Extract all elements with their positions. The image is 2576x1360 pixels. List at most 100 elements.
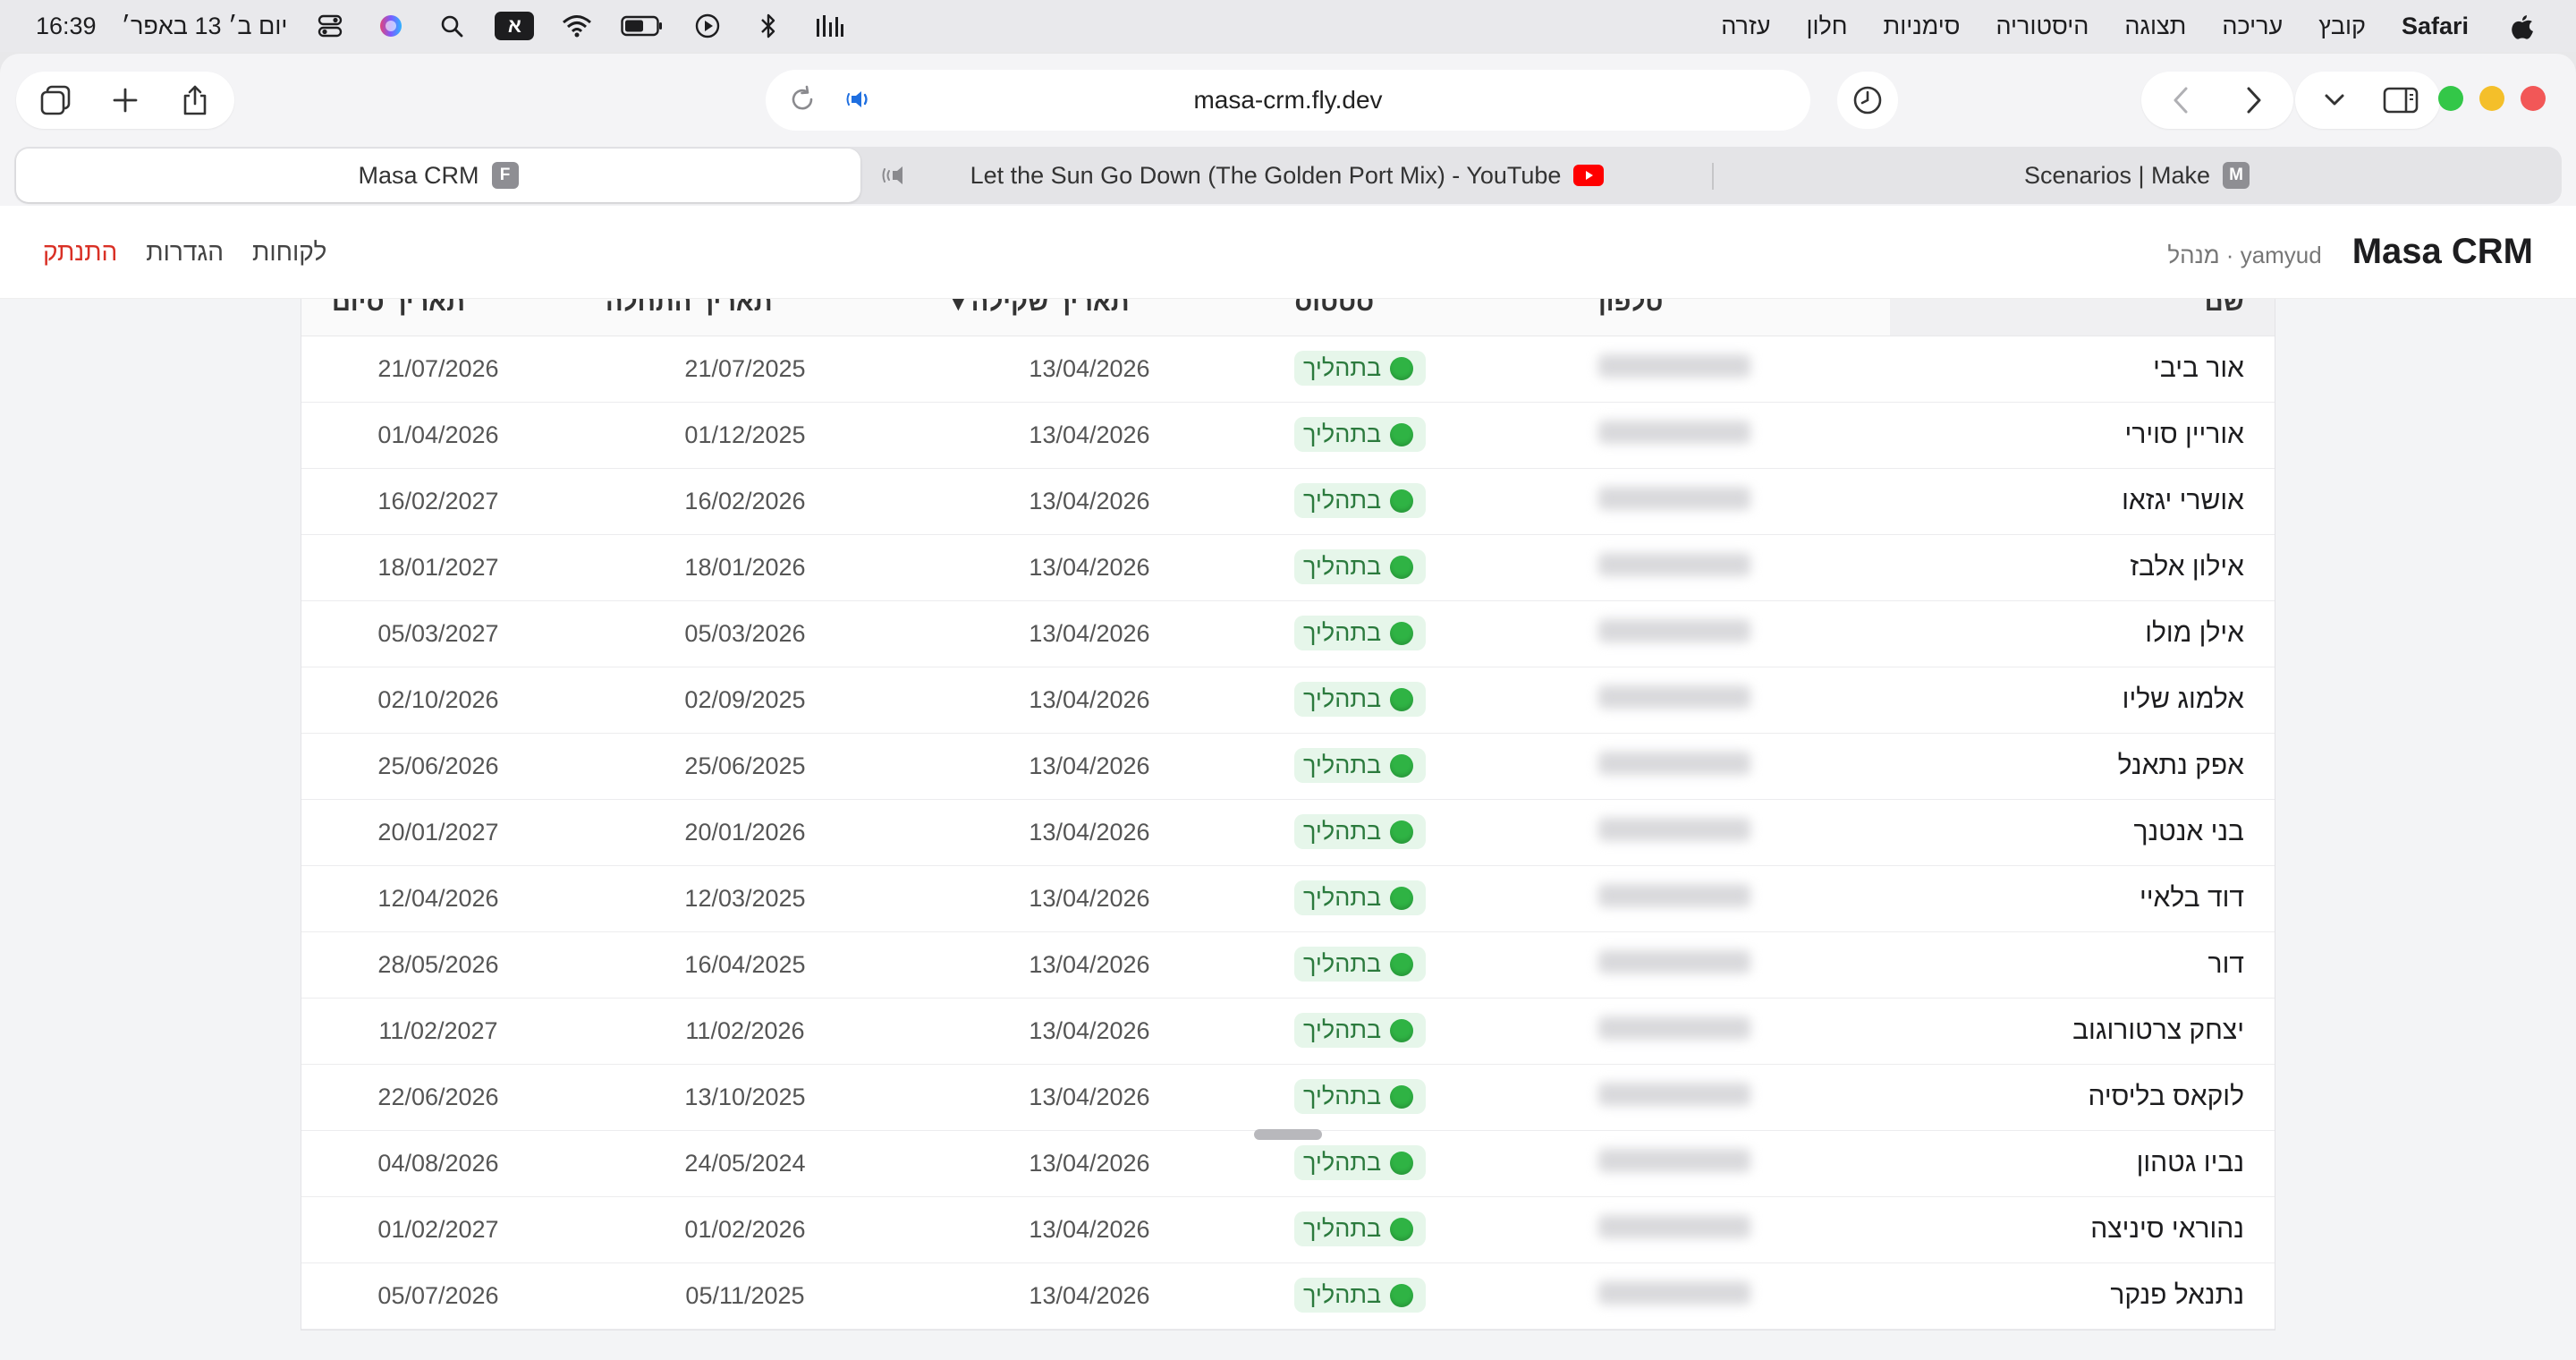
menu-file[interactable]: קובץ xyxy=(2318,13,2366,40)
tab-make-scenarios[interactable]: Scenarios | Make M xyxy=(1712,149,2562,202)
customer-name[interactable]: אור ביבי xyxy=(1890,336,2275,403)
table-row[interactable]: אלמוג שליו בתהליך 13/04/2026 02/09/2025 … xyxy=(301,667,2275,734)
tab-overview-icon[interactable] xyxy=(34,79,77,122)
table-row[interactable]: נתנאל פנקר בתהליך 13/04/2026 05/11/2025 … xyxy=(301,1262,2275,1330)
menu-bookmarks[interactable]: סימניות xyxy=(1884,13,1961,40)
history-button[interactable] xyxy=(1837,72,1898,129)
menu-help[interactable]: עזרה xyxy=(1721,13,1770,40)
menu-history[interactable]: היסטוריה xyxy=(1996,13,2089,40)
customer-status: בתהליך xyxy=(1264,1064,1568,1131)
status-dot-icon xyxy=(1390,555,1414,579)
customer-name[interactable]: אילון אלבז xyxy=(1890,534,2275,601)
spotlight-search-icon[interactable] xyxy=(434,11,470,41)
input-source-badge[interactable]: א xyxy=(495,12,535,40)
app-menu-safari[interactable]: Safari xyxy=(2402,13,2469,40)
table-row[interactable]: אילון אלבז בתהליך 13/04/2026 18/01/2026 … xyxy=(301,534,2275,601)
redacted-phone xyxy=(1598,817,1750,841)
customer-name[interactable]: אילן מולו xyxy=(1890,600,2275,667)
weigh-date: 13/04/2026 xyxy=(915,402,1264,469)
menu-view[interactable]: תצוגה xyxy=(2124,13,2186,40)
customer-name[interactable]: דור xyxy=(1890,931,2275,999)
tab-youtube[interactable]: Let the Sun Go Down (The Golden Port Mix… xyxy=(862,149,1712,202)
table-row[interactable]: דוד בלאיי בתהליך 13/04/2026 12/03/2025 1… xyxy=(301,865,2275,932)
battery-icon[interactable] xyxy=(620,11,665,41)
chevron-down-icon[interactable] xyxy=(2313,79,2356,122)
wifi-icon[interactable] xyxy=(559,11,595,41)
audio-levels-icon[interactable] xyxy=(811,11,847,41)
nav-settings[interactable]: הגדרות xyxy=(146,238,224,267)
customer-name[interactable]: אוריין סוירי xyxy=(1890,402,2275,469)
nav-customers[interactable]: לקוחות xyxy=(252,238,326,267)
control-center-icon[interactable] xyxy=(312,11,348,41)
date[interactable]: יום ב׳ 13 באפר׳ xyxy=(122,13,288,40)
clock[interactable]: 16:39 xyxy=(36,13,97,40)
browser-toolbar: masa-crm.fly.dev xyxy=(0,54,2576,147)
table-row[interactable]: יצחק צרטורוגוב בתהליך 13/04/2026 11/02/2… xyxy=(301,998,2275,1065)
customer-name[interactable]: יצחק צרטורוגוב xyxy=(1890,998,2275,1065)
customer-name[interactable]: נביו גטהון xyxy=(1890,1130,2275,1197)
now-playing-icon[interactable] xyxy=(690,11,725,41)
back-icon[interactable] xyxy=(2159,79,2202,122)
weigh-date: 13/04/2026 xyxy=(915,733,1264,800)
nav-logout[interactable]: התנתק xyxy=(43,238,117,267)
menu-bar-menus: Safari קובץ עריכה תצוגה היסטוריה סימניות… xyxy=(1721,11,2540,41)
customer-name[interactable]: אלמוג שליו xyxy=(1890,667,2275,734)
table-row[interactable]: אור ביבי בתהליך 13/04/2026 21/07/2025 21… xyxy=(301,336,2275,403)
table-row[interactable]: לוקאס בליסיה בתהליך 13/04/2026 13/10/202… xyxy=(301,1064,2275,1131)
tab-mute-icon[interactable] xyxy=(882,163,912,194)
table-row[interactable]: אפק נתאנל בתהליך 13/04/2026 25/06/2025 2… xyxy=(301,733,2275,800)
app-header: Masa CRM yamyud · מנהל לקוחות הגדרות התנ… xyxy=(0,206,2576,299)
redacted-phone xyxy=(1598,1016,1750,1040)
table-row[interactable]: אילן מולו בתהליך 13/04/2026 05/03/2026 0… xyxy=(301,600,2275,667)
sidebar-toggle-icon[interactable] xyxy=(2379,79,2422,122)
customer-name[interactable]: אפק נתאנל xyxy=(1890,733,2275,800)
table-row[interactable]: נהוראי סיניצה בתהליך 13/04/2026 01/02/20… xyxy=(301,1196,2275,1263)
customer-name[interactable]: דוד בלאיי xyxy=(1890,865,2275,932)
customer-name[interactable]: נהוראי סיניצה xyxy=(1890,1196,2275,1263)
customer-status: בתהליך xyxy=(1264,600,1568,667)
customer-name[interactable]: לוקאס בליסיה xyxy=(1890,1064,2275,1131)
column-header-status[interactable]: סטטוס xyxy=(1264,299,1568,336)
table-row[interactable]: נביו גטהון בתהליך 13/04/2026 24/05/2024 … xyxy=(301,1130,2275,1197)
customer-name[interactable]: אושרי יגזאו xyxy=(1890,468,2275,535)
column-header-name[interactable]: שם xyxy=(1890,299,2275,336)
status-dot-icon xyxy=(1390,886,1414,910)
start-date: 05/03/2026 xyxy=(575,600,915,667)
close-window-button[interactable] xyxy=(2521,86,2546,111)
menu-window[interactable]: חלון xyxy=(1806,13,1847,40)
status-dot-icon xyxy=(1390,356,1414,380)
brand-title[interactable]: Masa CRM xyxy=(2352,232,2533,272)
column-header-weigh-date[interactable]: תאריך שקילה▼ xyxy=(915,299,1264,336)
customer-name[interactable]: בני אנטנך xyxy=(1890,799,2275,866)
zoom-window-button[interactable] xyxy=(2438,86,2463,111)
menu-edit[interactable]: עריכה xyxy=(2222,13,2283,40)
redacted-phone xyxy=(1598,1214,1750,1238)
tab-favicon: M xyxy=(2223,162,2250,189)
start-date: 05/11/2025 xyxy=(575,1262,915,1330)
column-header-phone[interactable]: טלפון xyxy=(1568,299,1890,336)
minimize-window-button[interactable] xyxy=(2479,86,2504,111)
history-clock-icon xyxy=(1853,86,1882,115)
customer-name[interactable]: נתנאל פנקר xyxy=(1890,1262,2275,1330)
column-header-end-date[interactable]: תאריך סיום xyxy=(301,299,575,336)
siri-icon[interactable] xyxy=(373,11,409,41)
table-row[interactable]: אושרי יגזאו בתהליך 13/04/2026 16/02/2026… xyxy=(301,468,2275,535)
tab-masa-crm[interactable]: Masa CRM F xyxy=(16,149,860,202)
column-header-start-date[interactable]: תאריך התחלה xyxy=(575,299,915,336)
share-icon[interactable] xyxy=(174,79,216,122)
status-badge: בתהליך xyxy=(1294,748,1427,784)
apple-menu-icon[interactable] xyxy=(2504,11,2540,41)
new-tab-icon[interactable] xyxy=(104,79,147,122)
table-row[interactable]: בני אנטנך בתהליך 13/04/2026 20/01/2026 2… xyxy=(301,799,2275,866)
forward-icon[interactable] xyxy=(2233,79,2275,122)
customer-phone xyxy=(1568,402,1890,469)
reload-icon[interactable] xyxy=(787,84,818,121)
table-row[interactable]: אוריין סוירי בתהליך 13/04/2026 01/12/202… xyxy=(301,402,2275,469)
bluetooth-icon[interactable] xyxy=(750,11,786,41)
status-label: בתהליך xyxy=(1303,685,1382,713)
table-row[interactable]: דור בתהליך 13/04/2026 16/04/2025 28/05/2… xyxy=(301,931,2275,999)
address-bar[interactable]: masa-crm.fly.dev xyxy=(766,70,1810,131)
scroll-indicator[interactable] xyxy=(1254,1129,1322,1140)
end-date: 05/07/2026 xyxy=(301,1262,575,1330)
audio-playing-icon[interactable] xyxy=(846,84,877,121)
